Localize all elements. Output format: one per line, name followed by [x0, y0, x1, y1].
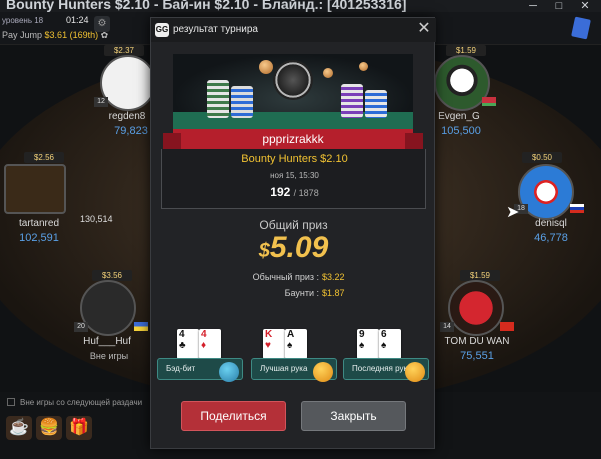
avatar	[80, 280, 136, 336]
playing-card: K ♥	[263, 329, 285, 359]
player-chips: 46,778	[534, 232, 568, 244]
level-text: уровень 18	[2, 16, 44, 25]
seat-stack: $0.50	[522, 152, 562, 163]
mouse-cursor-icon: ➤	[506, 204, 520, 221]
best-hand[interactable]: K ♥ A ♠ Лучшая рука	[251, 329, 337, 387]
coin-icon	[323, 68, 333, 78]
sit-out-label: Вне игры со следующей раздачи	[20, 398, 143, 407]
bounty-label: Баунти :	[284, 288, 319, 298]
player-status: Вне игры	[89, 351, 129, 361]
player-name: ppprizrakkk	[262, 132, 324, 146]
emoji-icon	[219, 362, 239, 382]
card-deck-icon[interactable]	[571, 16, 591, 40]
tournament-date: ноя 15, 15:30	[270, 171, 319, 180]
pot-amount: 130,514	[80, 214, 113, 224]
player-ribbon: ppprizrakkk	[163, 129, 423, 153]
player-name: TOM DU WAN	[444, 336, 510, 347]
emoji-icon	[405, 362, 425, 382]
clock-text: 01:24	[66, 15, 89, 25]
window-title: Bounty Hunters $2.10 - Бай-ин $2.10 - Бл…	[6, 0, 407, 12]
total-prize: $5.09	[151, 231, 436, 265]
level-badge: 20	[74, 322, 88, 332]
total-prize-label: Общий приз	[259, 218, 328, 232]
emote-icon[interactable]: ☕	[6, 416, 32, 440]
total-players: / 1878	[293, 188, 319, 198]
emote-icon[interactable]: 🎁	[66, 416, 92, 440]
playing-card: 4 ♦	[199, 329, 221, 359]
emote-icon[interactable]: 🍔	[36, 416, 62, 440]
seat-tartanred[interactable]: $2.56 tartanred 102,591	[0, 152, 70, 252]
avatar	[100, 55, 156, 111]
playing-card: A ♠	[285, 329, 307, 359]
seat-tom-du-wan[interactable]: $1.59 14 TOM DU WAN 75,551	[440, 270, 514, 370]
maximize-button[interactable]: □	[549, 0, 569, 12]
seat-stack: $2.56	[24, 152, 64, 163]
coin-icon	[359, 62, 368, 71]
window-close-button[interactable]: ✕	[575, 0, 595, 12]
minimize-button[interactable]: ─	[523, 0, 543, 12]
player-chips: 102,591	[19, 232, 59, 244]
finish-place: 192 / 1878	[270, 185, 319, 199]
last-hand[interactable]: 9 ♠ 6 ♠ Последняя рука	[343, 329, 429, 387]
seat-huf-huf[interactable]: $3.56 20 Huf___Huf Вне игры	[72, 270, 148, 370]
dialog-header: GG результат турнира ✕	[151, 18, 436, 42]
seat-denisql[interactable]: $0.50 18 denisql 46,778	[510, 152, 584, 252]
regular-prize-value: $3.22	[322, 272, 345, 282]
flag-icon	[570, 204, 584, 213]
level-badge: 14	[440, 322, 454, 332]
player-chips: 105,500	[441, 125, 481, 137]
bad-beat-hand[interactable]: 4 ♣ 4 ♦ Бэд-бит	[157, 329, 243, 387]
chip-stack-icon	[365, 90, 387, 118]
playing-card: 9 ♠	[357, 329, 379, 359]
window-titlebar: Bounty Hunters $2.10 - Бай-ин $2.10 - Бл…	[0, 0, 601, 12]
sit-out-checkbox[interactable]	[7, 398, 15, 406]
seat-regden8[interactable]: $2.37 12 regden8 79,823	[86, 45, 156, 145]
chip-stack-icon	[231, 86, 253, 118]
player-name: Huf___Huf	[83, 336, 131, 347]
emoji-icon	[313, 362, 333, 382]
pay-jump-value: $3.61 (169th)	[44, 30, 99, 40]
playing-card: 4 ♣	[177, 329, 199, 359]
tournament-result-dialog: GG результат турнира ✕ ppprizrakkk Bount…	[150, 17, 436, 449]
tournament-ticket: Bounty Hunters $2.10 ноя 15, 15:30 192 /…	[161, 149, 426, 209]
avatar	[448, 280, 504, 336]
pay-jump-info: Pay Jump $3.61 (169th) ✿	[2, 30, 109, 40]
flag-icon	[134, 322, 148, 331]
poker-chip-icon	[273, 60, 313, 100]
avatar	[4, 164, 66, 214]
close-button[interactable]: Закрыть	[301, 401, 406, 431]
prize-currency: $	[258, 240, 270, 262]
share-button[interactable]: Поделиться	[181, 401, 286, 431]
player-chips: 75,551	[460, 350, 494, 362]
seat-evgen-g[interactable]: $1.59 Evgen_G 105,500	[432, 45, 502, 145]
level-badge: 12	[94, 97, 108, 107]
chip-stack-icon	[207, 80, 229, 118]
trophy-banner	[173, 54, 413, 129]
app-logo-icon: GG	[155, 23, 169, 37]
player-name: denisql	[535, 218, 567, 229]
playing-card: 6 ♠	[379, 329, 401, 359]
flag-icon	[482, 97, 496, 106]
regular-prize-label: Обычный приз :	[252, 272, 319, 282]
close-icon[interactable]: ✕	[415, 20, 433, 38]
tournament-name: Bounty Hunters $2.10	[241, 153, 348, 165]
dialog-title: результат турнира	[173, 24, 258, 35]
flag-icon	[500, 322, 514, 331]
bounty-value: $1.87	[322, 288, 345, 298]
prize-value: 5.09	[269, 231, 329, 264]
settings-icon[interactable]: ⚙	[94, 16, 110, 32]
coin-icon	[259, 60, 273, 74]
player-name: tartanred	[18, 218, 60, 229]
chip-stack-icon	[341, 84, 363, 118]
